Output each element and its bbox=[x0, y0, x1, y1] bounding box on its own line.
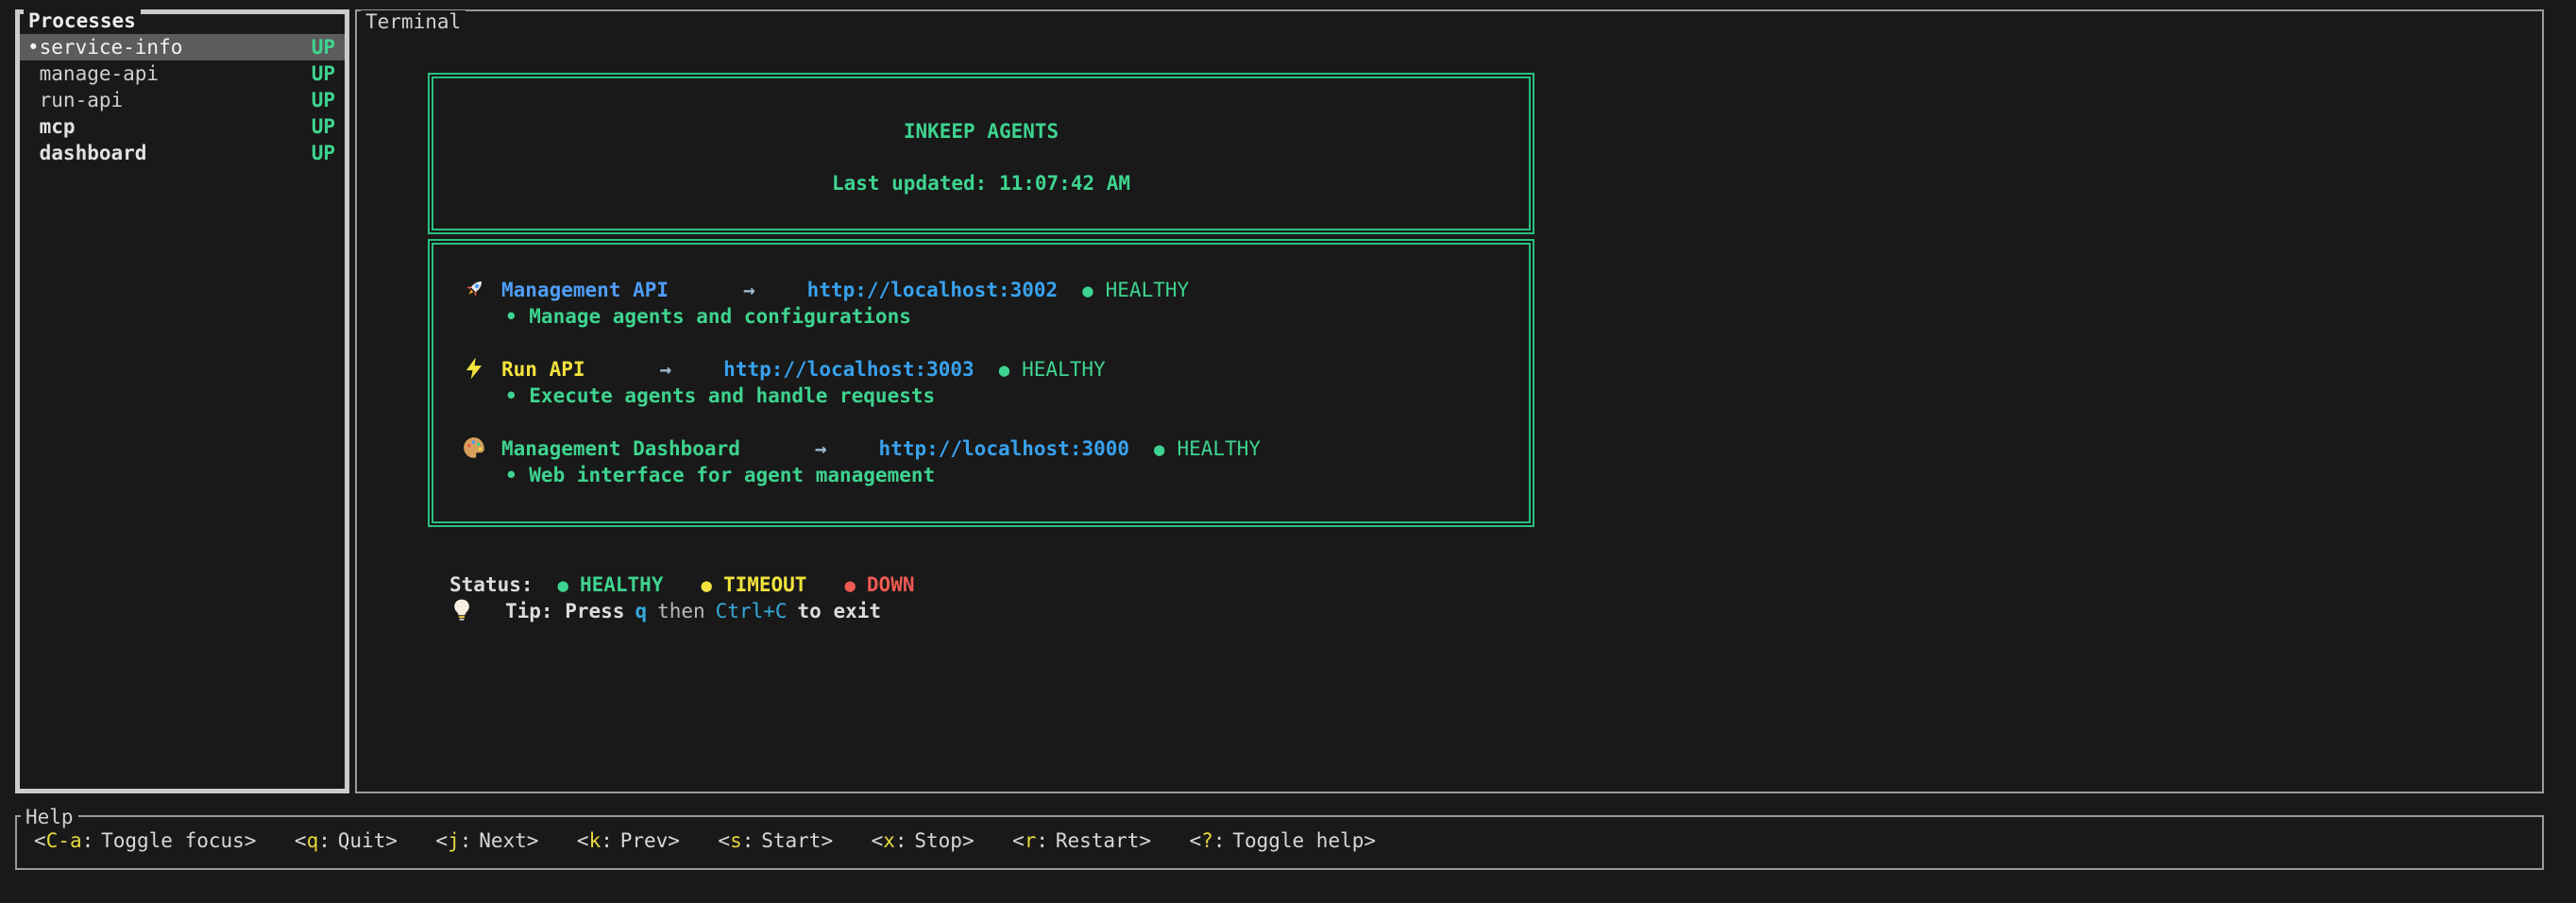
tip-prefix: Tip: Press bbox=[505, 600, 624, 622]
shortcut-toggle-focus: <C-a:Toggle focus> bbox=[34, 829, 256, 852]
legend-item-healthy: ●HEALTHY bbox=[558, 573, 664, 596]
legend-item-timeout: ●TIMEOUT bbox=[701, 573, 806, 596]
app-title: INKEEP AGENTS bbox=[433, 118, 1529, 145]
service-url[interactable]: http://localhost:3002 bbox=[807, 279, 1059, 301]
timeout-dot-icon: ● bbox=[701, 575, 711, 596]
processes-panel-title: Processes bbox=[24, 9, 141, 32]
service-entry-management-api: Management API → http://localhost:3002 ● HEA… bbox=[462, 277, 1510, 330]
service-name: Management API bbox=[501, 279, 669, 301]
palette-icon bbox=[462, 435, 486, 460]
service-health-status: HEALTHY bbox=[1022, 358, 1106, 381]
header-box: INKEEP AGENTS Last updated: 11:07:42 AM bbox=[428, 73, 1534, 234]
shortcut-label: Start bbox=[761, 829, 821, 852]
process-row-dashboard[interactable]: dashboard UP bbox=[20, 140, 345, 166]
shortcut-label: Next bbox=[479, 829, 527, 852]
healthy-dot-icon: ● bbox=[1154, 439, 1164, 460]
rocket-icon bbox=[462, 277, 486, 301]
shortcut-label: Quit bbox=[338, 829, 386, 852]
shortcut-key: k bbox=[589, 829, 602, 852]
process-status-badge: UP bbox=[312, 87, 335, 113]
tip-key-ctrl-c: Ctrl+C bbox=[716, 600, 788, 622]
process-status-badge: UP bbox=[312, 113, 335, 140]
service-entry-run-api: Run API → http://localhost:3003 ● HEALTHY • … bbox=[462, 356, 1510, 409]
arrow-icon: → bbox=[660, 358, 672, 381]
shortcut-toggle-help: <?:Toggle help> bbox=[1190, 829, 1377, 852]
tui-screen: Processes • service-info UP manage-api U… bbox=[0, 0, 2576, 903]
process-list: • service-info UP manage-api UP run-api … bbox=[20, 14, 345, 166]
service-name: Management Dashboard bbox=[501, 437, 740, 460]
shortcut-label: Toggle focus bbox=[101, 829, 245, 852]
process-name: manage-api bbox=[40, 60, 159, 87]
last-updated-text: Last updated: 11:07:42 AM bbox=[433, 170, 1529, 196]
shortcut-key: j bbox=[448, 829, 460, 852]
tip-line: Tip: Press qthen Ctrl+C to exit bbox=[449, 598, 881, 624]
down-dot-icon: ● bbox=[844, 575, 855, 596]
help-panel: Help <C-a:Toggle focus> <q:Quit> <j:Next… bbox=[15, 815, 2544, 870]
shortcut-next: <j:Next> bbox=[435, 829, 538, 852]
service-description: • Execute agents and handle requests bbox=[505, 383, 1510, 409]
service-description: • Manage agents and configurations bbox=[505, 303, 1510, 330]
shortcut-key: ? bbox=[1201, 829, 1213, 852]
arrow-icon: → bbox=[743, 279, 755, 301]
process-status-badge: UP bbox=[312, 60, 335, 87]
legend-item-down: ●DOWN bbox=[844, 573, 914, 596]
service-url[interactable]: http://localhost:3000 bbox=[879, 437, 1130, 460]
service-name: Run API bbox=[501, 358, 585, 381]
shortcut-label: Restart bbox=[1056, 829, 1140, 852]
shortcut-key: s bbox=[730, 829, 742, 852]
shortcut-label: Prev bbox=[620, 829, 669, 852]
process-name: dashboard bbox=[40, 140, 147, 166]
arrow-icon: → bbox=[815, 437, 827, 460]
process-row-service-info[interactable]: • service-info UP bbox=[20, 34, 345, 60]
process-name: mcp bbox=[40, 113, 76, 140]
healthy-dot-icon: ● bbox=[558, 575, 568, 596]
shortcut-stop: <x:Stop> bbox=[872, 829, 974, 852]
shortcut-label: Stop bbox=[914, 829, 962, 852]
tip-key-q: q bbox=[635, 600, 647, 622]
status-legend-label: Status: bbox=[449, 573, 534, 596]
shortcut-prev: <k:Prev> bbox=[577, 829, 680, 852]
status-legend: Status: ●HEALTHY ●TIMEOUT ●DOWN bbox=[449, 571, 914, 598]
services-box: Management API → http://localhost:3002 ● HEA… bbox=[428, 239, 1534, 527]
healthy-dot-icon: ● bbox=[999, 360, 1009, 381]
shortcut-restart: <r:Restart> bbox=[1012, 829, 1151, 852]
terminal-panel-title: Terminal bbox=[361, 10, 466, 33]
shortcut-key: q bbox=[307, 829, 319, 852]
selected-bullet-icon: • bbox=[27, 34, 40, 60]
process-status-badge: UP bbox=[312, 34, 335, 60]
service-health-status: HEALTHY bbox=[1106, 279, 1190, 301]
service-entry-management-dashboard: Management Dashboard → http://localhost:30… bbox=[462, 435, 1510, 488]
process-name: service-info bbox=[40, 34, 183, 60]
service-health-status: HEALTHY bbox=[1178, 437, 1262, 460]
bulb-icon bbox=[449, 598, 474, 622]
service-url[interactable]: http://localhost:3003 bbox=[723, 358, 974, 381]
shortcut-quit: <q:Quit> bbox=[295, 829, 398, 852]
shortcut-key: x bbox=[883, 829, 895, 852]
process-status-badge: UP bbox=[312, 140, 335, 166]
help-shortcuts: <C-a:Toggle focus> <q:Quit> <j:Next> <k:… bbox=[17, 817, 2542, 854]
tip-suffix: to exit bbox=[798, 600, 882, 622]
shortcut-key: r bbox=[1025, 829, 1037, 852]
healthy-dot-icon: ● bbox=[1082, 281, 1093, 301]
service-description: • Web interface for agent management bbox=[505, 462, 1510, 488]
tip-middle: then bbox=[657, 600, 705, 622]
shortcut-key: C-a bbox=[46, 829, 82, 852]
process-row-manage-api[interactable]: manage-api UP bbox=[20, 60, 345, 87]
shortcut-label: Toggle help bbox=[1232, 829, 1364, 852]
help-panel-title: Help bbox=[21, 806, 78, 828]
terminal-panel: Terminal INKEEP AGENTS Last updated: 11:… bbox=[355, 9, 2544, 793]
process-row-run-api[interactable]: run-api UP bbox=[20, 87, 345, 113]
processes-panel: Processes • service-info UP manage-api U… bbox=[15, 9, 349, 793]
zap-icon bbox=[462, 356, 486, 381]
process-name: run-api bbox=[40, 87, 124, 113]
process-row-mcp[interactable]: mcp UP bbox=[20, 113, 345, 140]
shortcut-start: <s:Start> bbox=[718, 829, 833, 852]
